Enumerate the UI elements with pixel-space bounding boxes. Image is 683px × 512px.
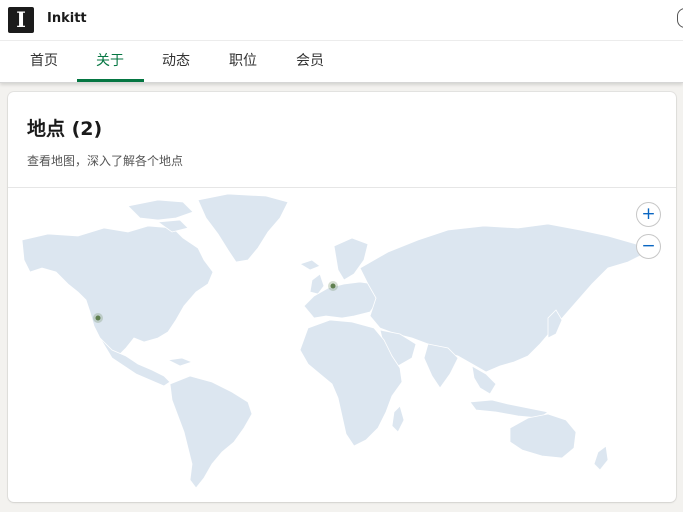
new-zealand [593,445,609,471]
tab-posts[interactable]: 动态 [153,40,199,82]
world-map[interactable] [8,188,676,502]
greenland [197,193,289,263]
tab-people[interactable]: 会员 [287,40,333,82]
location-dot-europe[interactable] [330,283,336,289]
indonesia [469,399,549,419]
tab-home[interactable]: 首页 [21,40,67,82]
caribbean [166,357,194,367]
location-dot-us-west[interactable] [95,315,101,321]
minus-icon: − [641,236,656,256]
company-logo[interactable]: I [8,7,34,33]
company-name[interactable]: Inkitt [47,11,87,26]
top-bar: I Inkitt 首页 关于 动态 职位 会员 [0,0,683,83]
land-masses [21,193,649,489]
plus-icon: + [641,204,656,224]
locations-title: 地点 (2) [27,118,103,140]
australia [509,413,577,459]
tab-about[interactable]: 关于 [87,40,133,82]
south-america [169,375,253,489]
iceland [299,259,321,271]
active-tab-indicator [77,79,144,82]
locations-card: 地点 (2) 查看地图，深入了解各个地点 + − [8,92,676,502]
zoom-out-button[interactable]: − [636,234,661,259]
madagascar [391,405,405,433]
tab-bar: 首页 关于 动态 职位 会员 [0,40,683,82]
brand-row: I Inkitt [0,0,683,41]
zoom-in-button[interactable]: + [636,202,661,227]
north-america [21,225,214,357]
locations-subtitle: 查看地图，深入了解各个地点 [27,154,184,168]
uk [309,273,325,295]
tab-jobs[interactable]: 职位 [220,40,266,82]
overflow-button[interactable] [677,8,683,28]
arctic-islands [127,199,194,221]
